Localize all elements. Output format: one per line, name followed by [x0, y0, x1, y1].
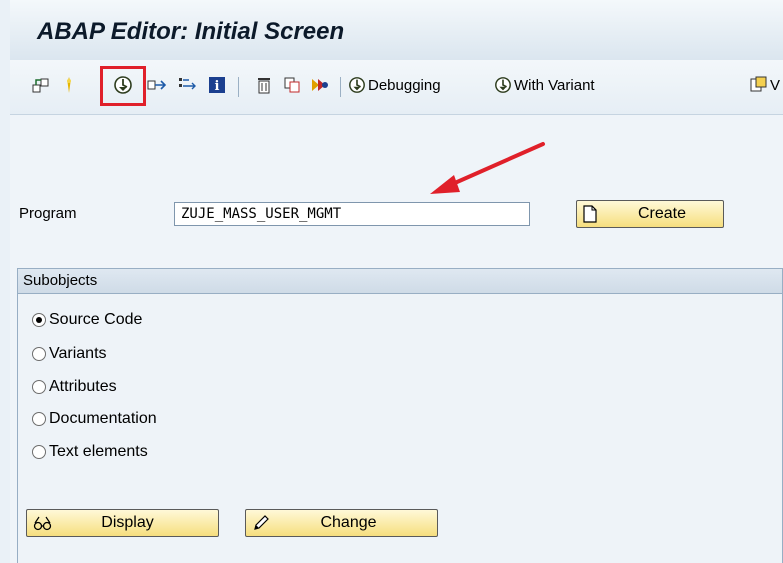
change-button[interactable]: Change — [245, 509, 438, 537]
radio-variants[interactable]: Variants — [32, 344, 107, 364]
subobjects-header: Subobjects — [18, 269, 782, 294]
program-label: Program — [19, 205, 77, 222]
display-label: Display — [101, 514, 154, 531]
radio-attributes[interactable]: Attributes — [32, 377, 117, 397]
sap-screen: ABAP Editor: Initial Screen i Debugging … — [10, 0, 783, 563]
radio-text-elements[interactable]: Text elements — [32, 442, 148, 462]
radio-button[interactable] — [32, 313, 46, 327]
radio-button[interactable] — [32, 445, 46, 459]
radio-button[interactable] — [32, 347, 46, 361]
radio-source-code[interactable]: Source Code — [32, 310, 142, 330]
radio-button[interactable] — [32, 412, 46, 426]
program-input[interactable]: ZUJE_MASS_USER_MGMT — [174, 202, 530, 226]
create-label: Create — [637, 205, 687, 222]
subobjects-title: Subobjects — [23, 272, 98, 289]
subobjects-group: Subobjects Source Code Variants Attribut… — [17, 268, 783, 563]
radio-documentation[interactable]: Documentation — [32, 409, 157, 429]
display-button[interactable]: Display — [26, 509, 219, 537]
change-label: Change — [320, 514, 377, 531]
create-button[interactable]: Create — [576, 200, 724, 228]
radio-button[interactable] — [32, 380, 46, 394]
